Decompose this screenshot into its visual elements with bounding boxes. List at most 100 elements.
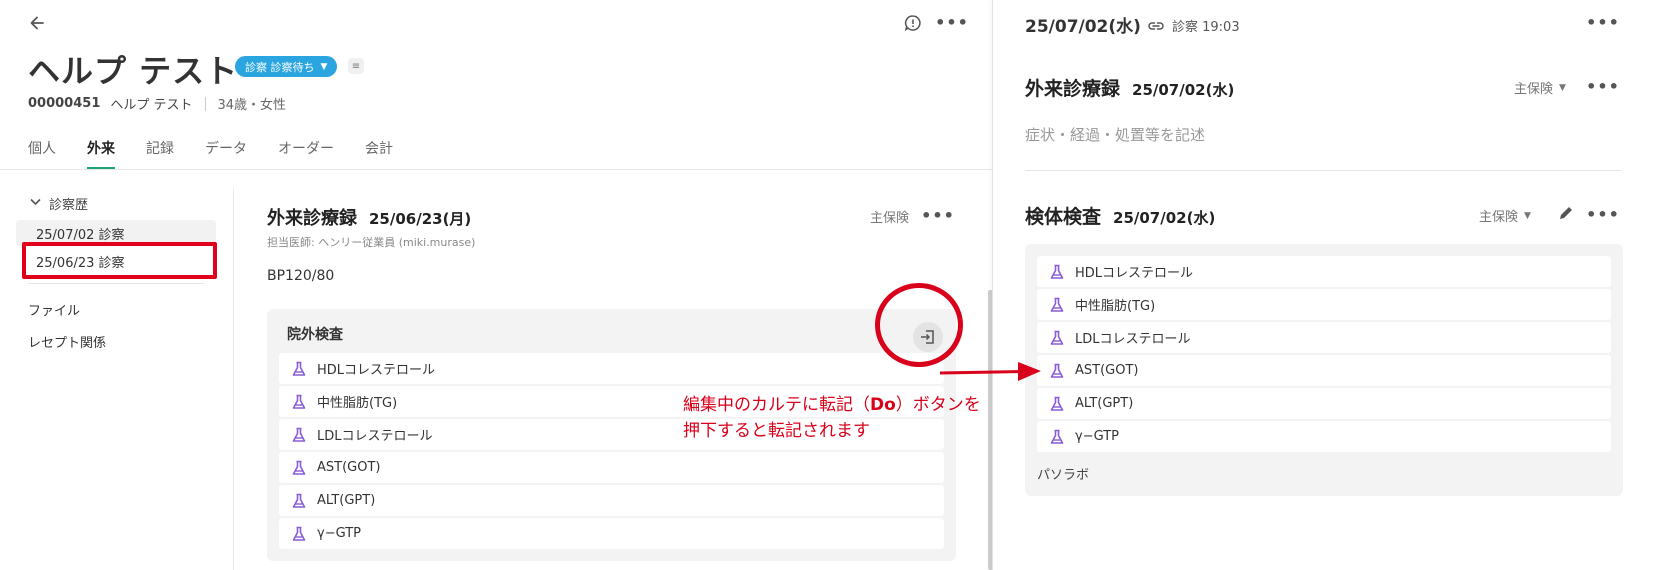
exam-item-row[interactable]: ALT(GPT) <box>279 485 944 516</box>
patient-id: 00000451 <box>28 96 101 111</box>
rp-lab-date: 25/07/02(水) <box>1113 209 1216 227</box>
exam-item-row[interactable]: γ−GTP <box>279 518 944 549</box>
lab-item-label: AST(GOT) <box>1075 363 1139 378</box>
sidebar-link-files[interactable]: ファイル <box>28 300 80 319</box>
record-date: 25/06/23(月) <box>369 210 472 228</box>
annotation-line1-post: ）ボタンを <box>895 395 981 415</box>
exam-item-label: γ−GTP <box>317 526 361 541</box>
patient-meta: 00000451 ヘルプ テスト 34歳・女性 <box>28 94 286 113</box>
rp-record-insurance-dropdown[interactable]: 主保険 ▼ <box>1514 78 1566 97</box>
visit-history-toggle[interactable]: 診察歴 <box>30 194 88 213</box>
flask-icon <box>1049 297 1065 313</box>
rp-lab-insurance-label: 主保険 <box>1479 210 1519 225</box>
visit-link[interactable]: 診察 19:03 <box>1148 16 1240 35</box>
lab-item-label: HDLコレステロール <box>1075 266 1194 281</box>
rp-record-insurance-label: 主保険 <box>1514 82 1554 97</box>
record-insurance-label: 主保険 <box>870 211 910 226</box>
doctor-name: 担当医師: ヘンリー従業員 (miki.murase) <box>267 236 476 249</box>
record-editor-placeholder[interactable]: 症状・経過・処置等を記述 <box>1025 124 1205 145</box>
exam-item-row[interactable]: HDLコレステロール <box>279 353 944 384</box>
status-badge[interactable]: 診察 診察待ち ▼ <box>235 56 338 77</box>
tab-data[interactable]: データ <box>205 138 247 170</box>
sidebar-divider <box>28 283 204 284</box>
main-tabs: 個人 外来 記録 データ オーダー 会計 <box>28 138 424 170</box>
record-more-icon[interactable]: ••• <box>921 204 954 226</box>
more-menu-icon[interactable]: ••• <box>935 10 968 34</box>
visit-link-label: 診察 19:03 <box>1172 20 1240 35</box>
lab-item-row[interactable]: ALT(GPT) <box>1037 388 1611 419</box>
annotation-line1-bold: Do <box>870 395 896 415</box>
annotation-text: 編集中のカルテに転記（Do）ボタンを 押下すると転記されます <box>683 392 981 444</box>
rp-record-header: 外来診療録 25/07/02(水) <box>1025 74 1234 101</box>
lab-item-label: ALT(GPT) <box>1075 396 1134 411</box>
lab-item-row[interactable]: γ−GTP <box>1037 421 1611 452</box>
rp-record-date: 25/07/02(水) <box>1132 81 1235 99</box>
rp-lab-title: 検体検査 <box>1025 206 1102 228</box>
sidebar-link-receipt[interactable]: レセプト関係 <box>28 332 106 351</box>
tab-outpatient[interactable]: 外来 <box>87 138 115 170</box>
rp-record-title: 外来診療録 <box>1025 78 1121 100</box>
tab-records[interactable]: 記録 <box>146 138 174 170</box>
encounter-more-icon[interactable]: ••• <box>1586 10 1619 34</box>
annotation-arrow <box>939 362 1041 381</box>
lab-item-label: 中性脂肪(TG) <box>1075 299 1156 314</box>
tabs-divider <box>0 169 992 170</box>
lab-item-label: γ−GTP <box>1075 429 1119 444</box>
back-arrow-icon[interactable] <box>26 12 48 34</box>
flask-icon <box>1049 363 1065 379</box>
rp-lab-box: HDLコレステロール 中性脂肪(TG) LDLコレステロール AST(GOT) … <box>1025 244 1623 496</box>
tab-billing[interactable]: 会計 <box>365 138 393 170</box>
annotation-highlight-box <box>22 242 217 279</box>
tab-personal[interactable]: 個人 <box>28 138 56 170</box>
chevron-down-icon <box>30 198 41 209</box>
memo-icon[interactable]: ≡ <box>348 58 364 74</box>
exam-item-label: AST(GOT) <box>317 460 381 475</box>
sidebar-vertical-divider <box>233 188 234 570</box>
link-icon <box>1148 21 1164 30</box>
annotation-circle <box>875 283 963 367</box>
exam-item-label: HDLコレステロール <box>317 363 436 378</box>
flask-icon <box>1049 396 1065 412</box>
flask-icon <box>1049 429 1065 445</box>
record-note: BP120/80 <box>267 268 335 284</box>
lab-item-row[interactable]: 中性脂肪(TG) <box>1037 289 1611 320</box>
left-pane: ••• ヘルプ テスト 診察 診察待ち ▼ ≡ 00000451 ヘルプ テスト… <box>0 0 993 570</box>
lab-name: パソラボ <box>1037 468 1090 483</box>
lab-item-row[interactable]: LDLコレステロール <box>1037 322 1611 353</box>
flask-icon <box>291 460 307 476</box>
rp-lab-header: 検体検査 25/07/02(水) <box>1025 202 1215 229</box>
alert-icon[interactable] <box>902 12 924 34</box>
tab-orders[interactable]: オーダー <box>278 138 334 170</box>
age-gender: 34歳・女性 <box>217 98 287 113</box>
lab-item-row[interactable]: AST(GOT) <box>1037 355 1611 386</box>
caret-down-icon: ▼ <box>1524 210 1531 221</box>
exam-title: 院外検査 <box>287 327 343 343</box>
rp-record-more-icon[interactable]: ••• <box>1586 74 1619 98</box>
record-title: 外来診療録 <box>267 208 357 229</box>
caret-down-icon: ▼ <box>320 61 328 72</box>
lab-item-label: LDLコレステロール <box>1075 332 1191 347</box>
exam-item-label: 中性脂肪(TG) <box>317 396 398 411</box>
rp-lab-insurance-dropdown[interactable]: 主保険 ▼ <box>1479 206 1531 225</box>
flask-icon <box>291 361 307 377</box>
meta-separator <box>204 96 206 111</box>
status-badge-label: 診察 診察待ち <box>245 60 315 74</box>
edit-pencil-icon[interactable] <box>1555 202 1577 224</box>
patient-name-small: ヘルプ テスト <box>110 98 193 113</box>
annotation-line1: 編集中のカルテに転記（Do）ボタンを <box>683 392 981 418</box>
right-pane: 25/07/02(水) 診察 19:03 ••• 外来診療録 25/07/02(… <box>992 0 1662 570</box>
exam-item-row[interactable]: AST(GOT) <box>279 452 944 483</box>
rp-divider <box>1025 170 1621 171</box>
caret-down-icon: ▼ <box>1559 82 1566 93</box>
rp-lab-more-icon[interactable]: ••• <box>1586 202 1619 226</box>
flask-icon <box>291 427 307 443</box>
exam-item-label: ALT(GPT) <box>317 493 376 508</box>
lab-item-row[interactable]: HDLコレステロール <box>1037 256 1611 287</box>
encounter-date: 25/07/02(水) <box>1025 17 1141 37</box>
flask-icon <box>1049 330 1065 346</box>
record-header: 外来診療録 25/06/23(月) <box>267 204 471 230</box>
exam-item-label: LDLコレステロール <box>317 429 433 444</box>
flask-icon <box>291 394 307 410</box>
record-insurance[interactable]: 主保険 <box>870 207 909 226</box>
visit-history-heading: 診察歴 <box>49 198 89 213</box>
